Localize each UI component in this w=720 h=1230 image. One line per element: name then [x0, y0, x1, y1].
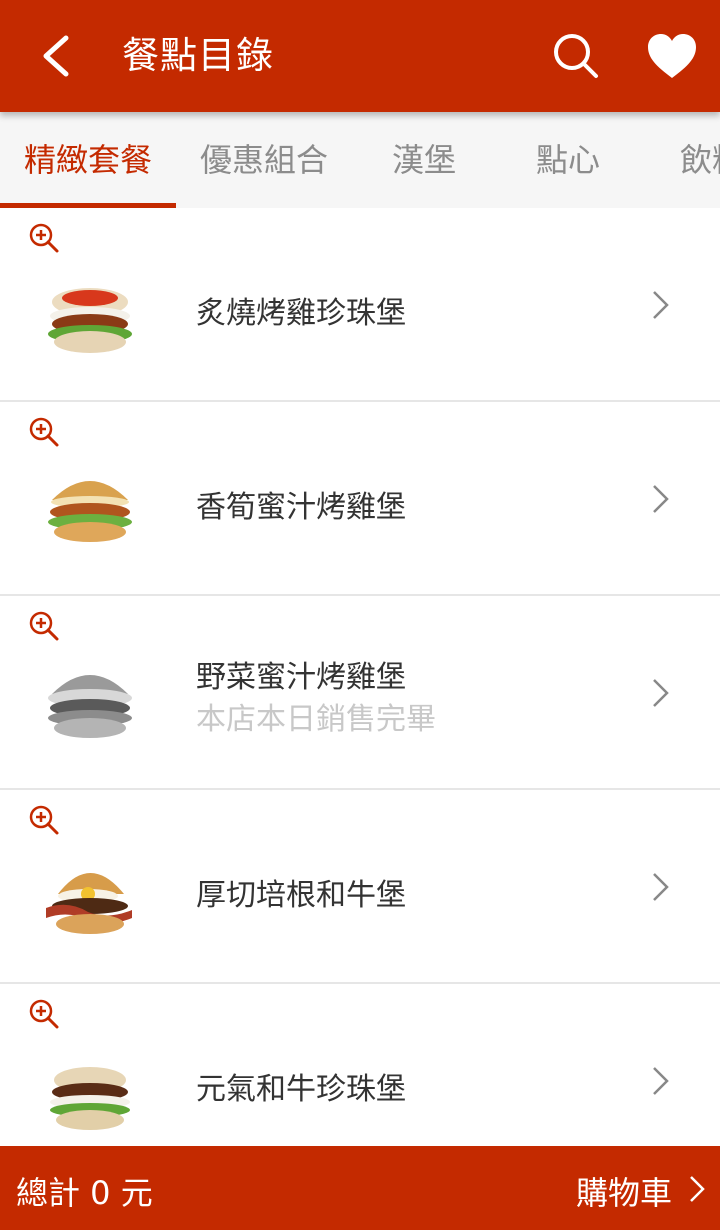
app-header: 餐點目錄 — [0, 0, 720, 112]
list-item[interactable]: 厚切培根和牛堡 — [0, 790, 720, 984]
chevron-right-icon[interactable] — [648, 870, 672, 904]
list-item[interactable]: 炙燒烤雞珍珠堡 — [0, 208, 720, 402]
sold-out-status: 本店本日銷售完畢 — [196, 702, 436, 737]
chevron-right-icon[interactable] — [648, 482, 672, 516]
zoom-in-icon[interactable] — [28, 416, 60, 448]
tab-set-meals[interactable]: 精緻套餐 — [0, 112, 176, 208]
burger-image — [48, 675, 132, 738]
chevron-right-icon[interactable] — [648, 1064, 672, 1098]
item-name: 厚切培根和牛堡 — [196, 878, 406, 913]
search-icon[interactable] — [550, 30, 602, 82]
tab-snacks[interactable]: 點心 — [496, 112, 640, 208]
zoom-in-icon[interactable] — [28, 610, 60, 642]
tab-burgers[interactable]: 漢堡 — [352, 112, 496, 208]
zoom-in-icon[interactable] — [28, 998, 60, 1030]
zoom-in-icon[interactable] — [28, 222, 60, 254]
item-name: 野菜蜜汁烤雞堡 — [196, 660, 406, 695]
burger-image — [50, 1067, 130, 1130]
burger-image — [48, 481, 132, 542]
order-total: 總計 0 元 — [16, 1174, 153, 1212]
list-item[interactable]: 香筍蜜汁烤雞堡 — [0, 402, 720, 596]
cart-footer: 總計 0 元 購物車 — [0, 1146, 720, 1230]
item-name: 炙燒烤雞珍珠堡 — [196, 296, 406, 331]
chevron-right-icon[interactable] — [686, 1172, 708, 1206]
burger-image — [46, 873, 132, 934]
item-name: 香筍蜜汁烤雞堡 — [196, 490, 406, 525]
tab-drinks[interactable]: 飲料 — [680, 112, 720, 208]
page-title: 餐點目錄 — [122, 34, 274, 77]
chevron-right-icon[interactable] — [648, 288, 672, 322]
zoom-in-icon[interactable] — [28, 804, 60, 836]
active-tab-indicator — [0, 203, 176, 208]
chevron-left-icon[interactable] — [32, 30, 82, 82]
chevron-right-icon[interactable] — [648, 676, 672, 710]
tab-combos[interactable]: 優惠組合 — [176, 112, 352, 208]
menu-list: 炙燒烤雞珍珠堡 香筍蜜汁烤雞堡 野菜蜜汁烤雞堡 本店本日銷售完畢 厚切培根和牛堡… — [0, 208, 720, 1178]
list-item[interactable]: 野菜蜜汁烤雞堡 本店本日銷售完畢 — [0, 596, 720, 790]
category-tabs: 精緻套餐 優惠組合 漢堡 點心 飲料 — [0, 112, 720, 208]
cart-button[interactable]: 購物車 — [576, 1168, 672, 1214]
burger-image — [48, 288, 132, 353]
heart-icon[interactable] — [644, 30, 700, 82]
item-name: 元氣和牛珍珠堡 — [196, 1072, 406, 1107]
